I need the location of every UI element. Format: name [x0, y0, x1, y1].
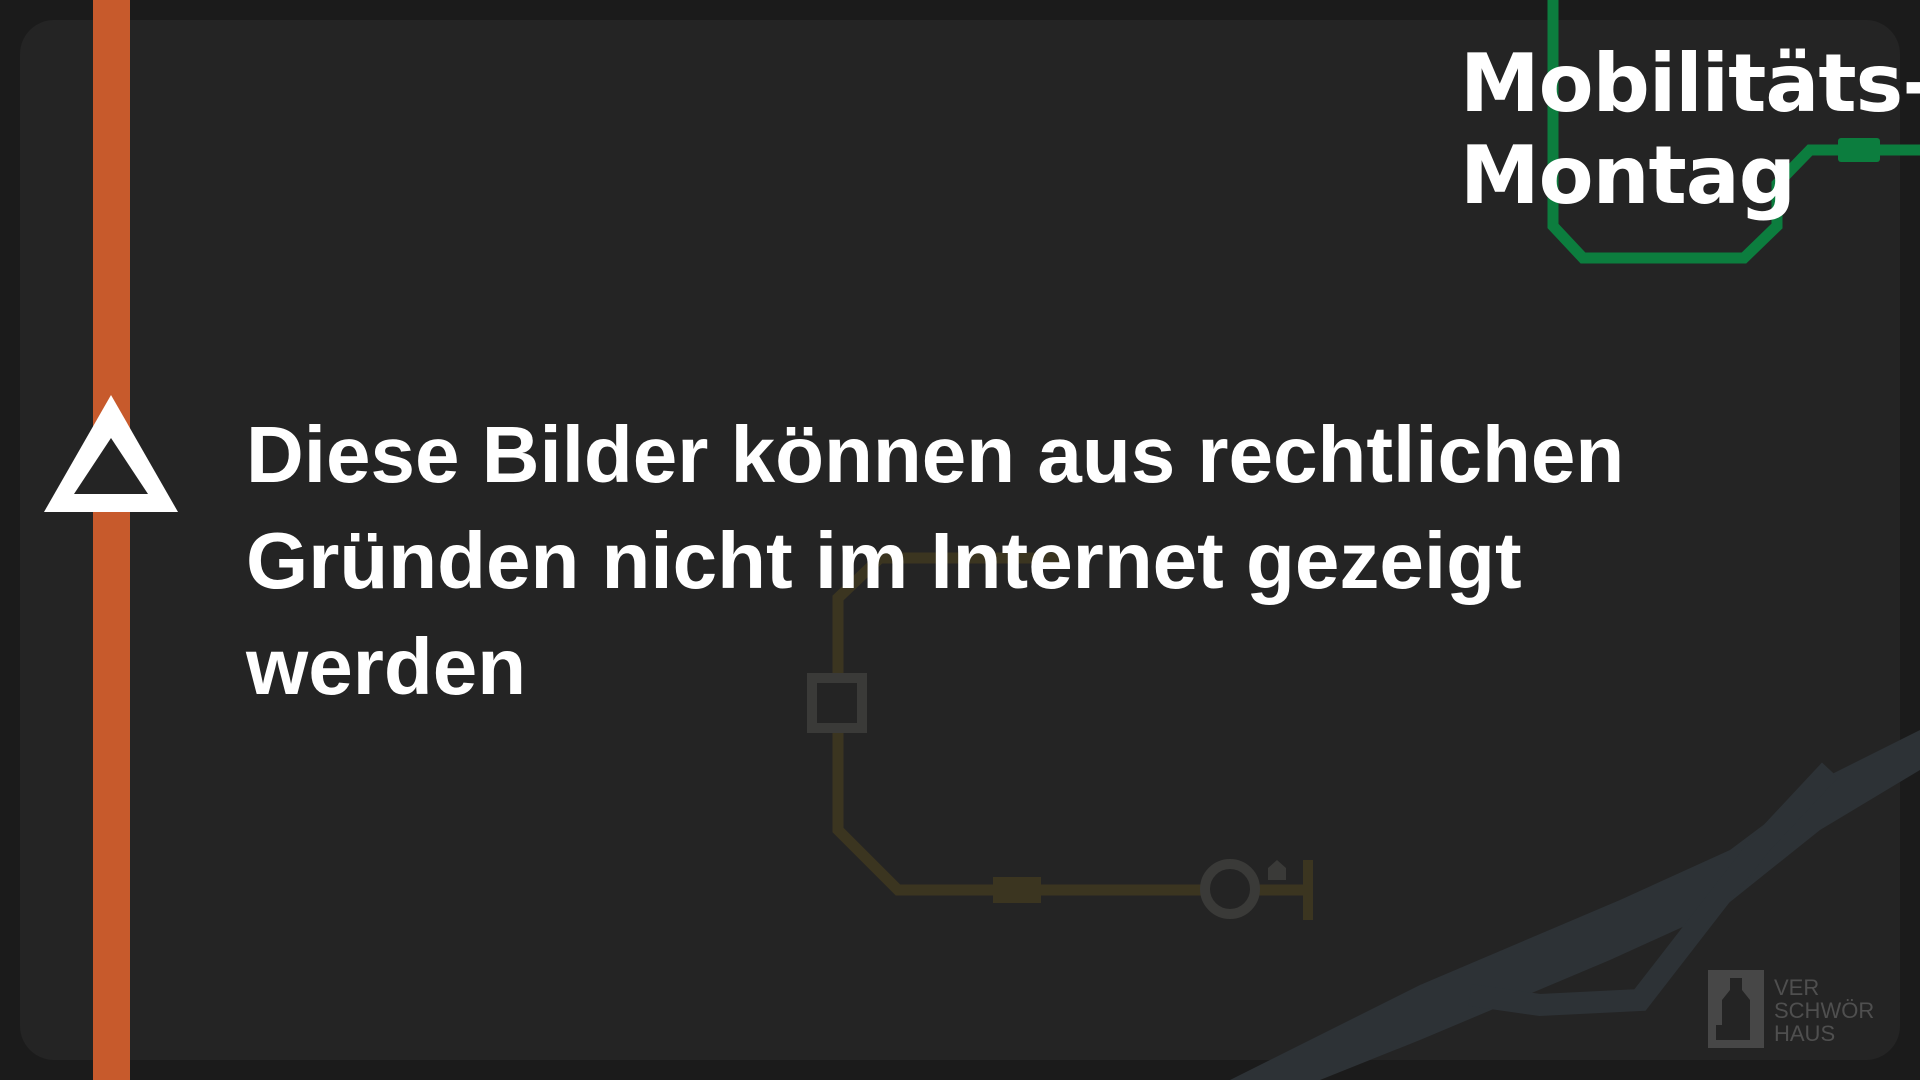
logo-line2: SCHWÖR	[1774, 998, 1875, 1023]
warning-triangle-icon	[44, 395, 178, 512]
event-title-line2: Montag	[1460, 129, 1796, 222]
event-title-line1: Mobilitäts-	[1460, 37, 1920, 130]
event-title: Mobilitäts- Montag	[1460, 38, 1920, 222]
logo-line3: HAUS	[1774, 1021, 1836, 1046]
logo-line1: VER	[1774, 975, 1820, 1000]
brown-line-station-circle	[1200, 859, 1260, 919]
orange-line	[93, 0, 130, 1080]
logo-wordmark: VER SCHWÖR HAUS	[1774, 976, 1874, 1045]
verschwoerhaus-logo: VER SCHWÖR HAUS	[1708, 970, 1898, 1052]
legal-notice: Diese Bilder können aus rechtlichen Grün…	[246, 410, 1625, 711]
brown-line-station-rect	[993, 877, 1041, 903]
home-icon	[1268, 860, 1286, 880]
slide: Mobilitäts- Montag Diese Bilder können a…	[0, 0, 1920, 1080]
